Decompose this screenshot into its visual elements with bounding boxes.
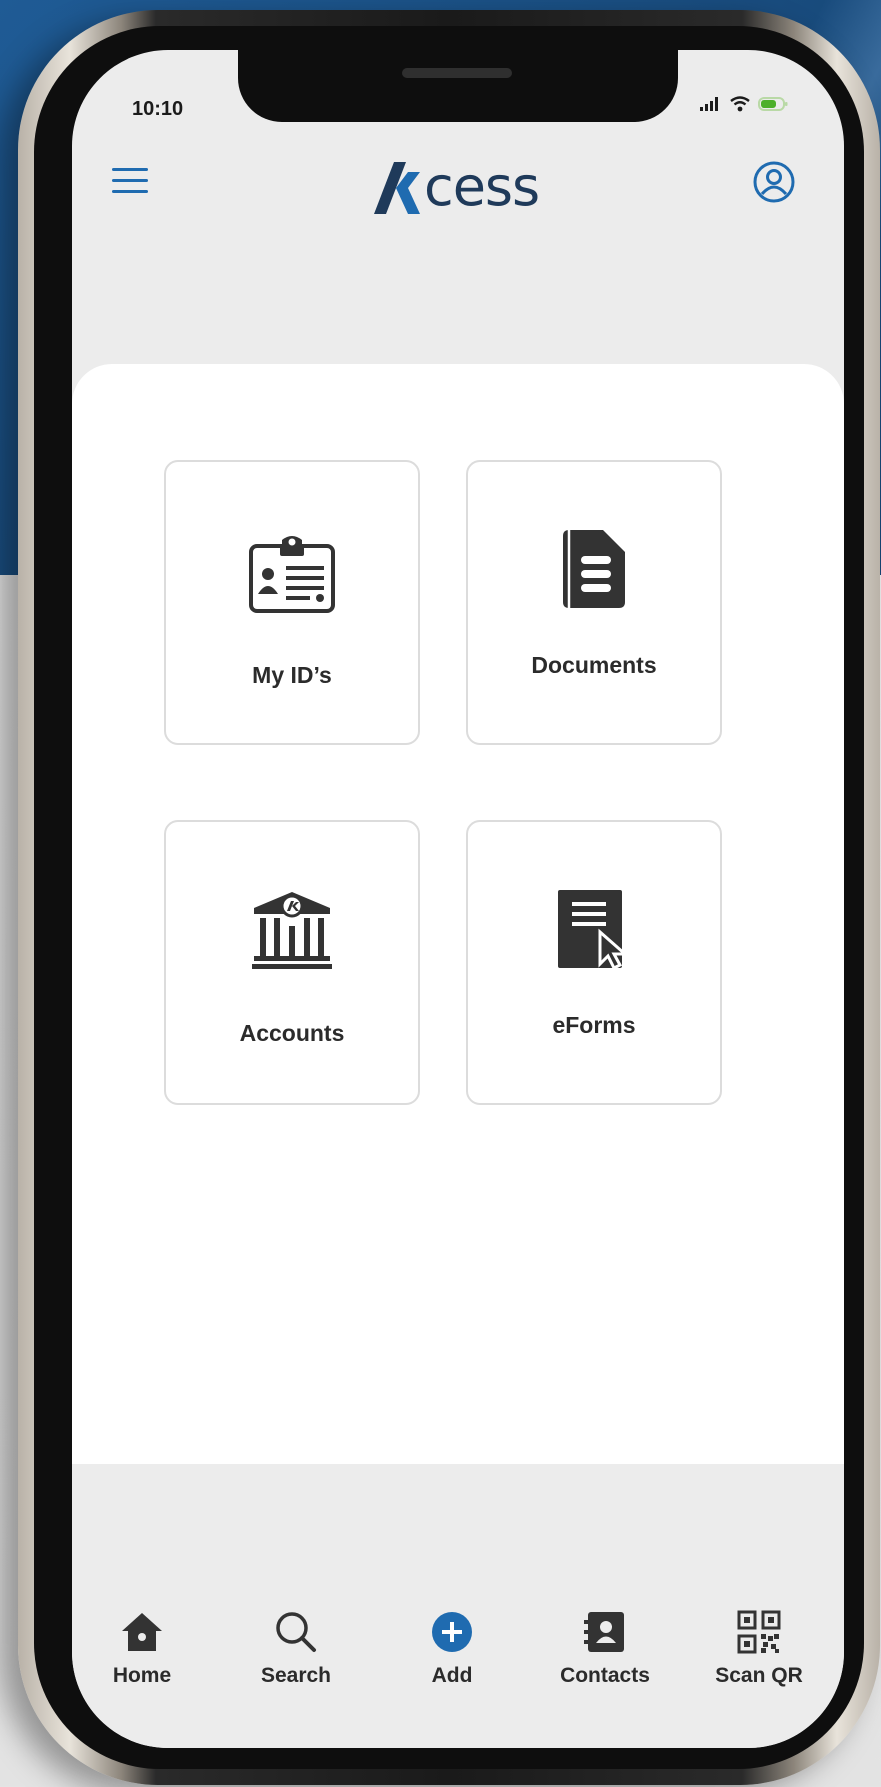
home-icon bbox=[122, 1613, 162, 1651]
bank-icon bbox=[252, 892, 332, 969]
user-profile-icon bbox=[753, 161, 795, 203]
id-card-icon bbox=[249, 536, 335, 613]
bottom-navigation: Home Search Add Contacts Scan QR bbox=[72, 1580, 844, 1748]
nav-icon-wrap bbox=[689, 1608, 829, 1656]
tile-icon-wrap bbox=[166, 890, 418, 970]
menu-button[interactable] bbox=[112, 168, 148, 196]
tile-eforms[interactable]: eForms bbox=[466, 820, 722, 1105]
tile-icon-wrap bbox=[468, 528, 720, 610]
signal-icon bbox=[700, 97, 718, 111]
app-logo: cess bbox=[374, 154, 540, 218]
logo-text: cess bbox=[424, 155, 540, 218]
logo-mark-icon bbox=[374, 162, 420, 214]
tile-accounts[interactable]: Accounts bbox=[164, 820, 420, 1105]
nav-icon-wrap bbox=[72, 1608, 212, 1656]
tile-my-ids[interactable]: My ID’s bbox=[164, 460, 420, 745]
menu-line bbox=[112, 190, 148, 193]
nav-item-add[interactable]: Add bbox=[382, 1608, 522, 1688]
document-icon bbox=[563, 530, 625, 608]
nav-item-search[interactable]: Search bbox=[226, 1608, 366, 1688]
nav-icon-wrap bbox=[226, 1608, 366, 1656]
notch bbox=[238, 50, 678, 122]
nav-item-scan-qr[interactable]: Scan QR bbox=[689, 1608, 829, 1688]
wifi-icon bbox=[730, 96, 750, 112]
status-icons bbox=[700, 96, 788, 112]
tile-label: eForms bbox=[552, 1012, 636, 1038]
battery-icon bbox=[758, 97, 788, 111]
tile-documents[interactable]: Documents bbox=[466, 460, 722, 745]
nav-label: Home bbox=[112, 1664, 172, 1687]
menu-line bbox=[112, 179, 148, 182]
tile-icon-wrap bbox=[166, 534, 418, 614]
nav-icon-wrap bbox=[382, 1608, 522, 1656]
tile-label: Documents bbox=[531, 652, 657, 678]
speaker-grille bbox=[402, 68, 512, 78]
profile-button[interactable] bbox=[752, 160, 796, 204]
nav-label: Contacts bbox=[560, 1664, 650, 1687]
qr-code-icon bbox=[737, 1610, 781, 1654]
nav-item-home[interactable]: Home bbox=[72, 1608, 212, 1688]
tile-icon-wrap bbox=[468, 888, 720, 970]
add-icon bbox=[432, 1612, 472, 1652]
status-time: 10:10 bbox=[132, 98, 184, 120]
phone-screen: 10:10 cess My ID’s Documents Accounts eF… bbox=[72, 50, 844, 1748]
app-header: cess bbox=[72, 146, 844, 226]
nav-label: Search bbox=[260, 1664, 332, 1687]
tile-label: Accounts bbox=[239, 1020, 345, 1046]
tile-label: My ID’s bbox=[252, 662, 332, 688]
nav-icon-wrap bbox=[535, 1608, 675, 1656]
nav-label: Add bbox=[431, 1664, 473, 1687]
nav-label: Scan QR bbox=[715, 1664, 803, 1687]
contacts-icon bbox=[584, 1612, 624, 1652]
eform-icon bbox=[558, 890, 629, 970]
dashboard-panel: My ID’s Documents Accounts eForms bbox=[72, 364, 844, 1464]
nav-item-contacts[interactable]: Contacts bbox=[535, 1608, 675, 1688]
search-icon bbox=[276, 1612, 316, 1652]
menu-line bbox=[112, 168, 148, 171]
